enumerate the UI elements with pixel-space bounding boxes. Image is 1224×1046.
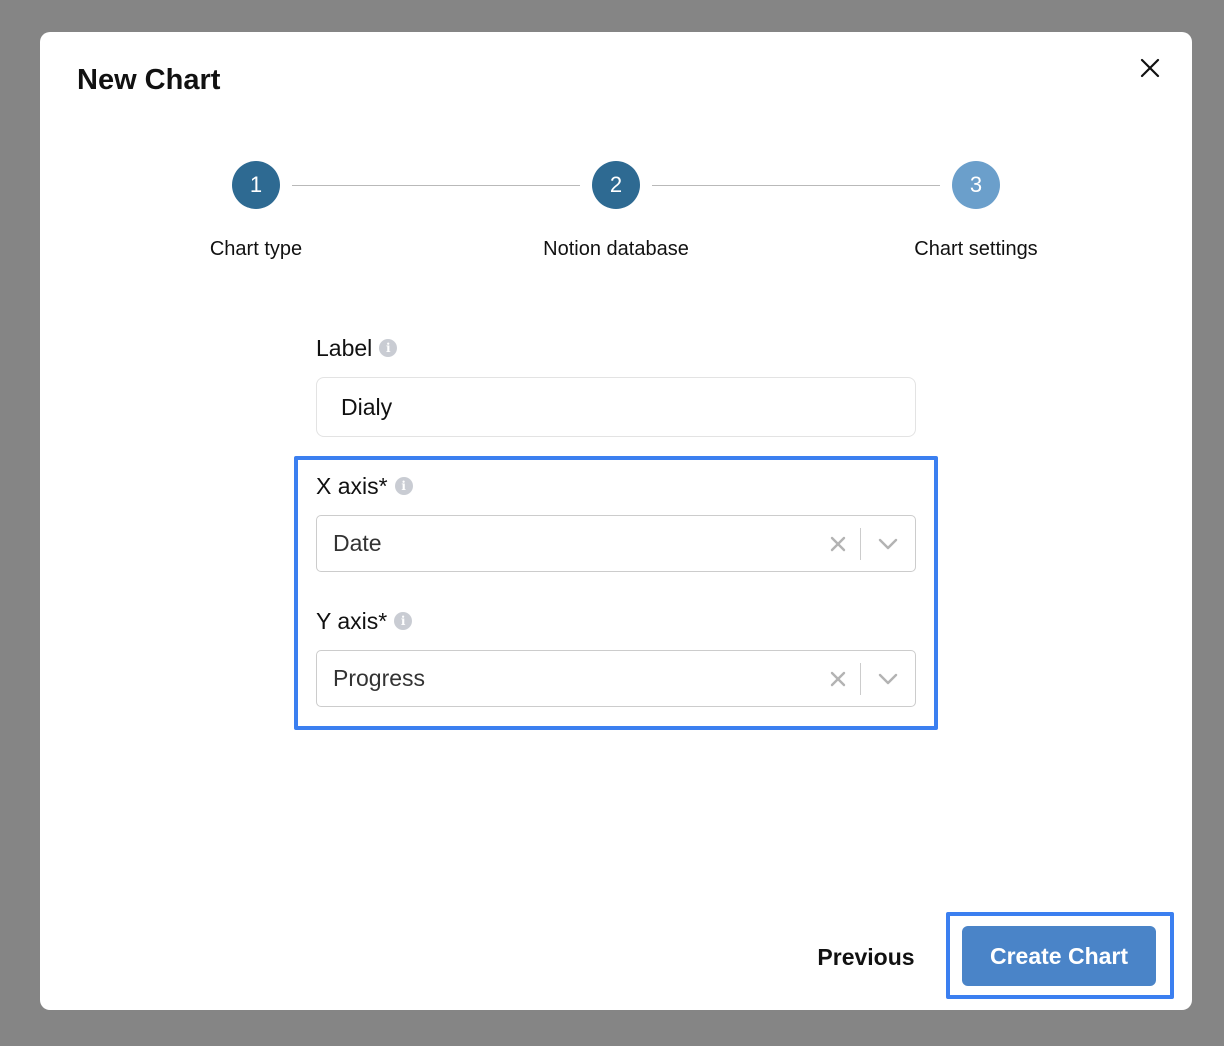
clear-icon	[830, 671, 846, 686]
x-axis-label: X axis* i	[316, 472, 413, 500]
y-axis-select[interactable]: Progress	[316, 650, 916, 707]
info-icon[interactable]: i	[394, 612, 413, 630]
step-3-indicator: 3	[952, 161, 1000, 209]
y-axis-dropdown-button[interactable]	[861, 651, 915, 706]
new-chart-modal: New Chart 1 2 3 Chart type Notion databa…	[40, 32, 1192, 1010]
close-icon	[1140, 58, 1160, 78]
x-axis-dropdown-button[interactable]	[861, 516, 915, 571]
chevron-down-icon	[878, 538, 898, 549]
info-icon[interactable]: i	[379, 339, 398, 357]
chevron-down-icon	[878, 673, 898, 684]
label-field-text: Label	[316, 335, 373, 361]
x-axis-label-text: X axis*	[316, 473, 388, 499]
y-axis-label-text: Y axis*	[316, 608, 388, 634]
create-chart-button[interactable]: Create Chart	[962, 926, 1156, 986]
label-field-label: Label i	[316, 334, 398, 362]
info-icon[interactable]: i	[394, 477, 413, 495]
step-2-indicator: 2	[592, 161, 640, 209]
clear-icon	[830, 536, 846, 551]
y-axis-clear-button[interactable]	[816, 651, 860, 706]
close-button[interactable]	[1134, 52, 1166, 84]
step-1-indicator: 1	[232, 161, 280, 209]
step-connector	[652, 185, 940, 186]
modal-title: New Chart	[77, 64, 221, 96]
step-connector	[292, 185, 580, 186]
y-axis-value: Progress	[333, 665, 426, 691]
previous-button[interactable]: Previous	[810, 934, 922, 980]
step-2-label: Notion database	[543, 238, 689, 260]
x-axis-clear-button[interactable]	[816, 516, 860, 571]
label-input[interactable]	[316, 377, 916, 437]
y-axis-label: Y axis* i	[316, 607, 413, 635]
step-3-label: Chart settings	[914, 238, 1038, 260]
step-1-label: Chart type	[209, 238, 303, 260]
x-axis-select[interactable]: Date	[316, 515, 916, 572]
x-axis-value: Date	[333, 530, 382, 556]
